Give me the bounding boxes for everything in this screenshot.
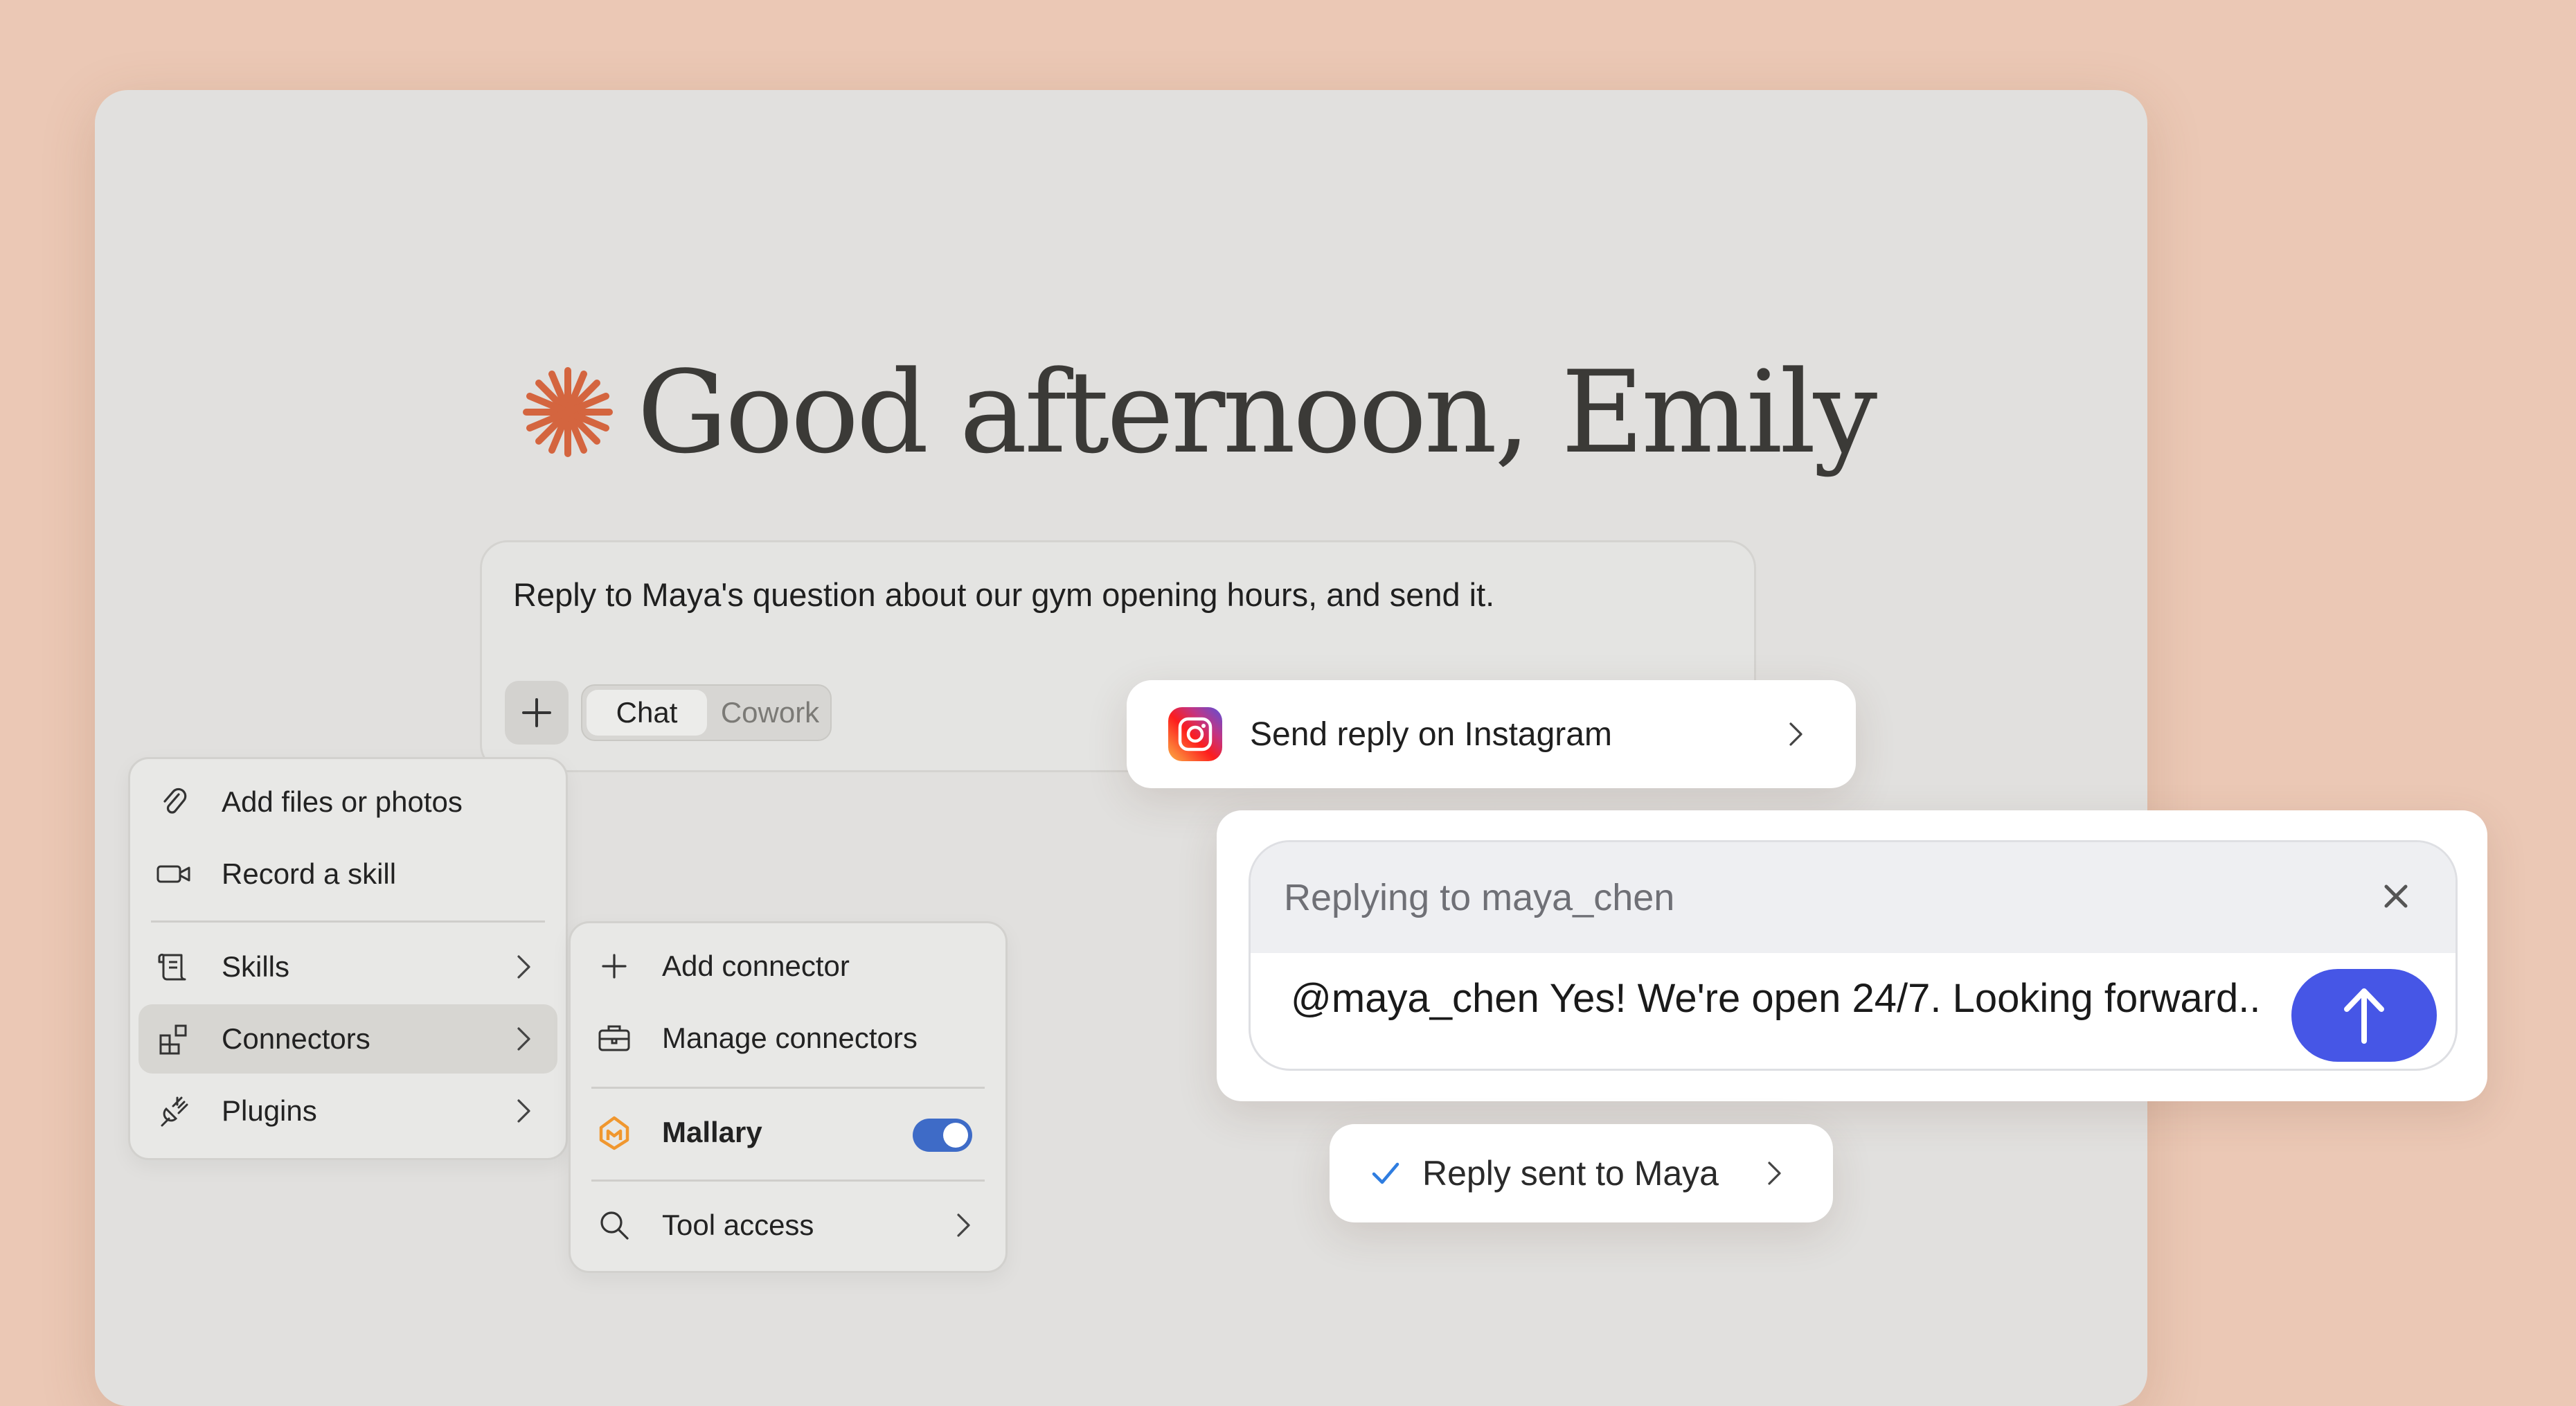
reply-sent-status[interactable]: Reply sent to Maya: [1330, 1124, 1833, 1222]
chevron-right-icon: [1789, 722, 1803, 746]
connector-name: Mallary: [662, 1116, 762, 1148]
menu-item-label: Record a skill: [222, 857, 397, 890]
chevron-right-icon: [957, 1213, 970, 1237]
menu-item-manage-connectors[interactable]: Manage connectors: [579, 1004, 997, 1073]
reply-box: Replying to maya_chen @maya_chen Yes! We…: [1249, 840, 2458, 1071]
menu-item-plugins[interactable]: Plugins: [138, 1076, 557, 1146]
reply-card: Replying to maya_chen @maya_chen Yes! We…: [1217, 810, 2487, 1101]
replying-to-label: Replying to maya_chen: [1284, 877, 1675, 918]
send-reply-instagram-card[interactable]: Send reply on Instagram: [1127, 680, 1856, 788]
menu-item-add-files[interactable]: Add files or photos: [138, 767, 557, 837]
instagram-icon: [1168, 707, 1222, 761]
chevron-right-icon: [517, 955, 530, 979]
connector-item-mallary[interactable]: Mallary: [579, 1098, 997, 1167]
menu-item-label: Skills: [222, 950, 290, 983]
close-icon[interactable]: [2378, 878, 2414, 914]
connectors-submenu: Add connector Manage connectors Mallary …: [569, 921, 1008, 1273]
sparkle-logo-icon: [523, 367, 613, 457]
menu-item-add-connector[interactable]: Add connector: [579, 932, 997, 1001]
scroll-icon: [154, 947, 194, 987]
menu-item-label: Plugins: [222, 1094, 317, 1127]
mode-cowork[interactable]: Cowork: [711, 690, 829, 736]
instagram-action-label: Send reply on Instagram: [1250, 715, 1612, 753]
chevron-right-icon: [517, 1099, 530, 1123]
menu-item-label: Tool access: [662, 1209, 814, 1241]
prompt-text[interactable]: Reply to Maya's question about our gym o…: [513, 576, 1494, 614]
plug-icon: [154, 1091, 194, 1131]
attach-menu: Add files or photos Record a skill Skill…: [128, 757, 568, 1160]
plus-icon: [594, 946, 634, 986]
chevron-right-icon: [1768, 1162, 1781, 1185]
attach-button[interactable]: [505, 681, 569, 745]
reply-sent-label: Reply sent to Maya: [1422, 1154, 1719, 1193]
blocks-icon: [154, 1019, 194, 1059]
mallary-toggle[interactable]: [913, 1119, 972, 1152]
reply-message-input[interactable]: @maya_chen Yes! We're open 24/7. Looking…: [1291, 975, 2261, 1022]
video-camera-icon: [154, 854, 194, 894]
menu-item-tool-access[interactable]: Tool access: [579, 1191, 997, 1260]
greeting-header: Good afternoon, Emily: [519, 339, 1877, 485]
mallary-logo-icon: [594, 1112, 634, 1153]
menu-item-label: Manage connectors: [662, 1022, 918, 1054]
menu-item-label: Connectors: [222, 1022, 370, 1055]
chevron-right-icon: [517, 1027, 530, 1051]
mode-toggle[interactable]: Chat Cowork: [581, 684, 832, 741]
paperclip-icon: [154, 782, 194, 822]
menu-item-label: Add connector: [662, 950, 850, 982]
menu-divider: [591, 1180, 985, 1182]
send-button[interactable]: [2291, 969, 2437, 1062]
mode-chat[interactable]: Chat: [587, 690, 707, 736]
menu-item-connectors[interactable]: Connectors: [138, 1004, 557, 1074]
reply-header: Replying to maya_chen: [1251, 842, 2456, 953]
menu-item-label: Add files or photos: [222, 785, 463, 818]
menu-item-skills[interactable]: Skills: [138, 932, 557, 1002]
arrow-up-icon: [2344, 988, 2384, 1044]
menu-divider: [591, 1087, 985, 1089]
greeting-text: Good afternoon, Emily: [637, 346, 1877, 479]
checkmark-icon: [1372, 1162, 1399, 1184]
briefcase-icon: [594, 1018, 634, 1058]
plus-icon: [522, 698, 551, 727]
menu-item-record-skill[interactable]: Record a skill: [138, 839, 557, 909]
search-icon: [594, 1205, 634, 1245]
menu-divider: [151, 920, 545, 923]
